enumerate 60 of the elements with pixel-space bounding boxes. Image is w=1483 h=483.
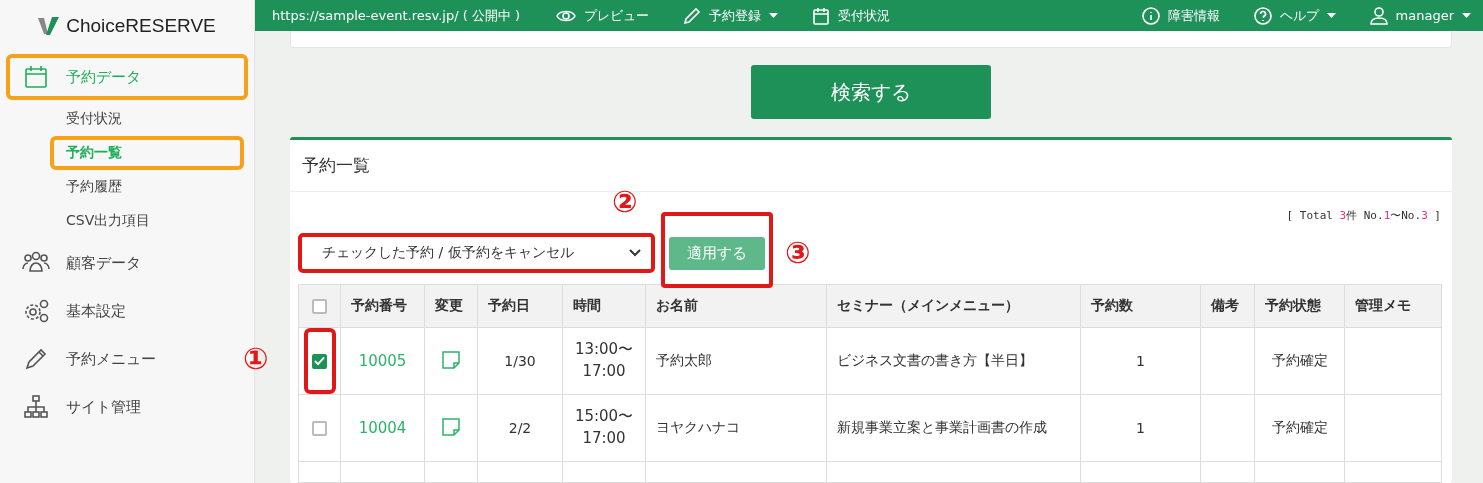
toolbar-item[interactable]: ヘルプ (1253, 6, 1336, 25)
table-cell: 新規事業立案と事業計画書の作成 (826, 394, 1081, 462)
table-cell-text: 13:00〜 17:00 (574, 339, 634, 382)
info-icon (1141, 6, 1160, 25)
sidebar-subitem[interactable]: CSV出力項目 (50, 204, 244, 238)
note-icon[interactable] (441, 416, 461, 437)
site-url[interactable]: https://sample-event.resv.jp/ ( 公開中 ) (272, 6, 521, 25)
annotation-number: ① (243, 344, 269, 374)
table-cell: 1 (1080, 327, 1201, 395)
column-header: 変更 (424, 284, 478, 328)
total-count: [ Total 3件 No.1〜No.3 ] (1286, 207, 1441, 223)
sidebar-subitem[interactable]: 予約一覧 (50, 136, 244, 170)
table-cell: ビジネス文書の書き方【半日】 (826, 327, 1081, 395)
column-header: 予約状態 (1254, 284, 1345, 328)
bulk-action-select[interactable]: チェックした予約 / 仮予約をキャンセル (298, 233, 655, 273)
gears-icon (22, 297, 50, 325)
column-header: 備考 (1200, 284, 1255, 328)
sidebar-item[interactable]: 基本設定 (6, 288, 248, 334)
sidebar-subitem[interactable]: 受付状況 (50, 102, 244, 136)
reservation-number-link[interactable]: 10005 (358, 352, 407, 370)
table-cell: 予約確定 (1254, 394, 1345, 462)
table-cell: 1 (1080, 394, 1201, 462)
sidebar-item[interactable]: サイト管理 (6, 384, 248, 430)
sidebar-subitem[interactable]: 予約履歴 (50, 170, 244, 204)
select-all-checkbox[interactable] (312, 299, 327, 315)
column-header: 管理メモ (1344, 284, 1442, 328)
table-cell-text: 15:00〜 17:00 (574, 406, 634, 449)
pencil-icon (683, 6, 702, 25)
help-icon (1253, 6, 1272, 25)
note-icon[interactable] (441, 349, 461, 370)
annotation-number: ③ (785, 238, 811, 268)
chevron-down-icon (629, 249, 641, 257)
toolbar-item[interactable]: 予約登録 (683, 6, 779, 25)
column-header: 予約数 (1080, 284, 1201, 328)
toolbar-item[interactable]: 障害情報 (1141, 6, 1220, 25)
table-cell: ヨヤクハナコ (645, 394, 827, 462)
user-icon (1369, 6, 1388, 25)
reservation-number-link[interactable]: 10004 (358, 419, 407, 437)
column-header: セミナー（メインメニュー） (826, 284, 1081, 328)
row-checkbox[interactable] (312, 353, 327, 369)
row-checkbox[interactable] (312, 420, 327, 436)
sitemap-icon (22, 393, 50, 421)
table-cell: 1/30 (477, 327, 563, 395)
column-header: 予約番号 (340, 284, 425, 328)
toolbar-item[interactable]: manager (1369, 6, 1471, 25)
table-cell: 予約確定 (1254, 327, 1345, 395)
column-header: 予約日 (477, 284, 563, 328)
table-cell: 予約太郎 (645, 327, 827, 395)
sidebar-item[interactable]: 予約データ (6, 54, 248, 100)
logo-text: ChoiceRESERVE (66, 15, 216, 37)
apply-button[interactable]: 適用する (669, 237, 765, 270)
search-button[interactable]: 検索する (751, 65, 991, 119)
calendar-icon (22, 63, 50, 91)
toolbar-item[interactable]: プレビュー (556, 6, 650, 25)
column-header: お名前 (645, 284, 827, 328)
table-cell: 2/2 (477, 394, 563, 462)
column-header: 時間 (562, 284, 646, 328)
calendar-icon (812, 6, 831, 25)
toolbar-item[interactable]: 受付状況 (812, 6, 891, 25)
sidebar-item[interactable]: 顧客データ (6, 240, 248, 286)
